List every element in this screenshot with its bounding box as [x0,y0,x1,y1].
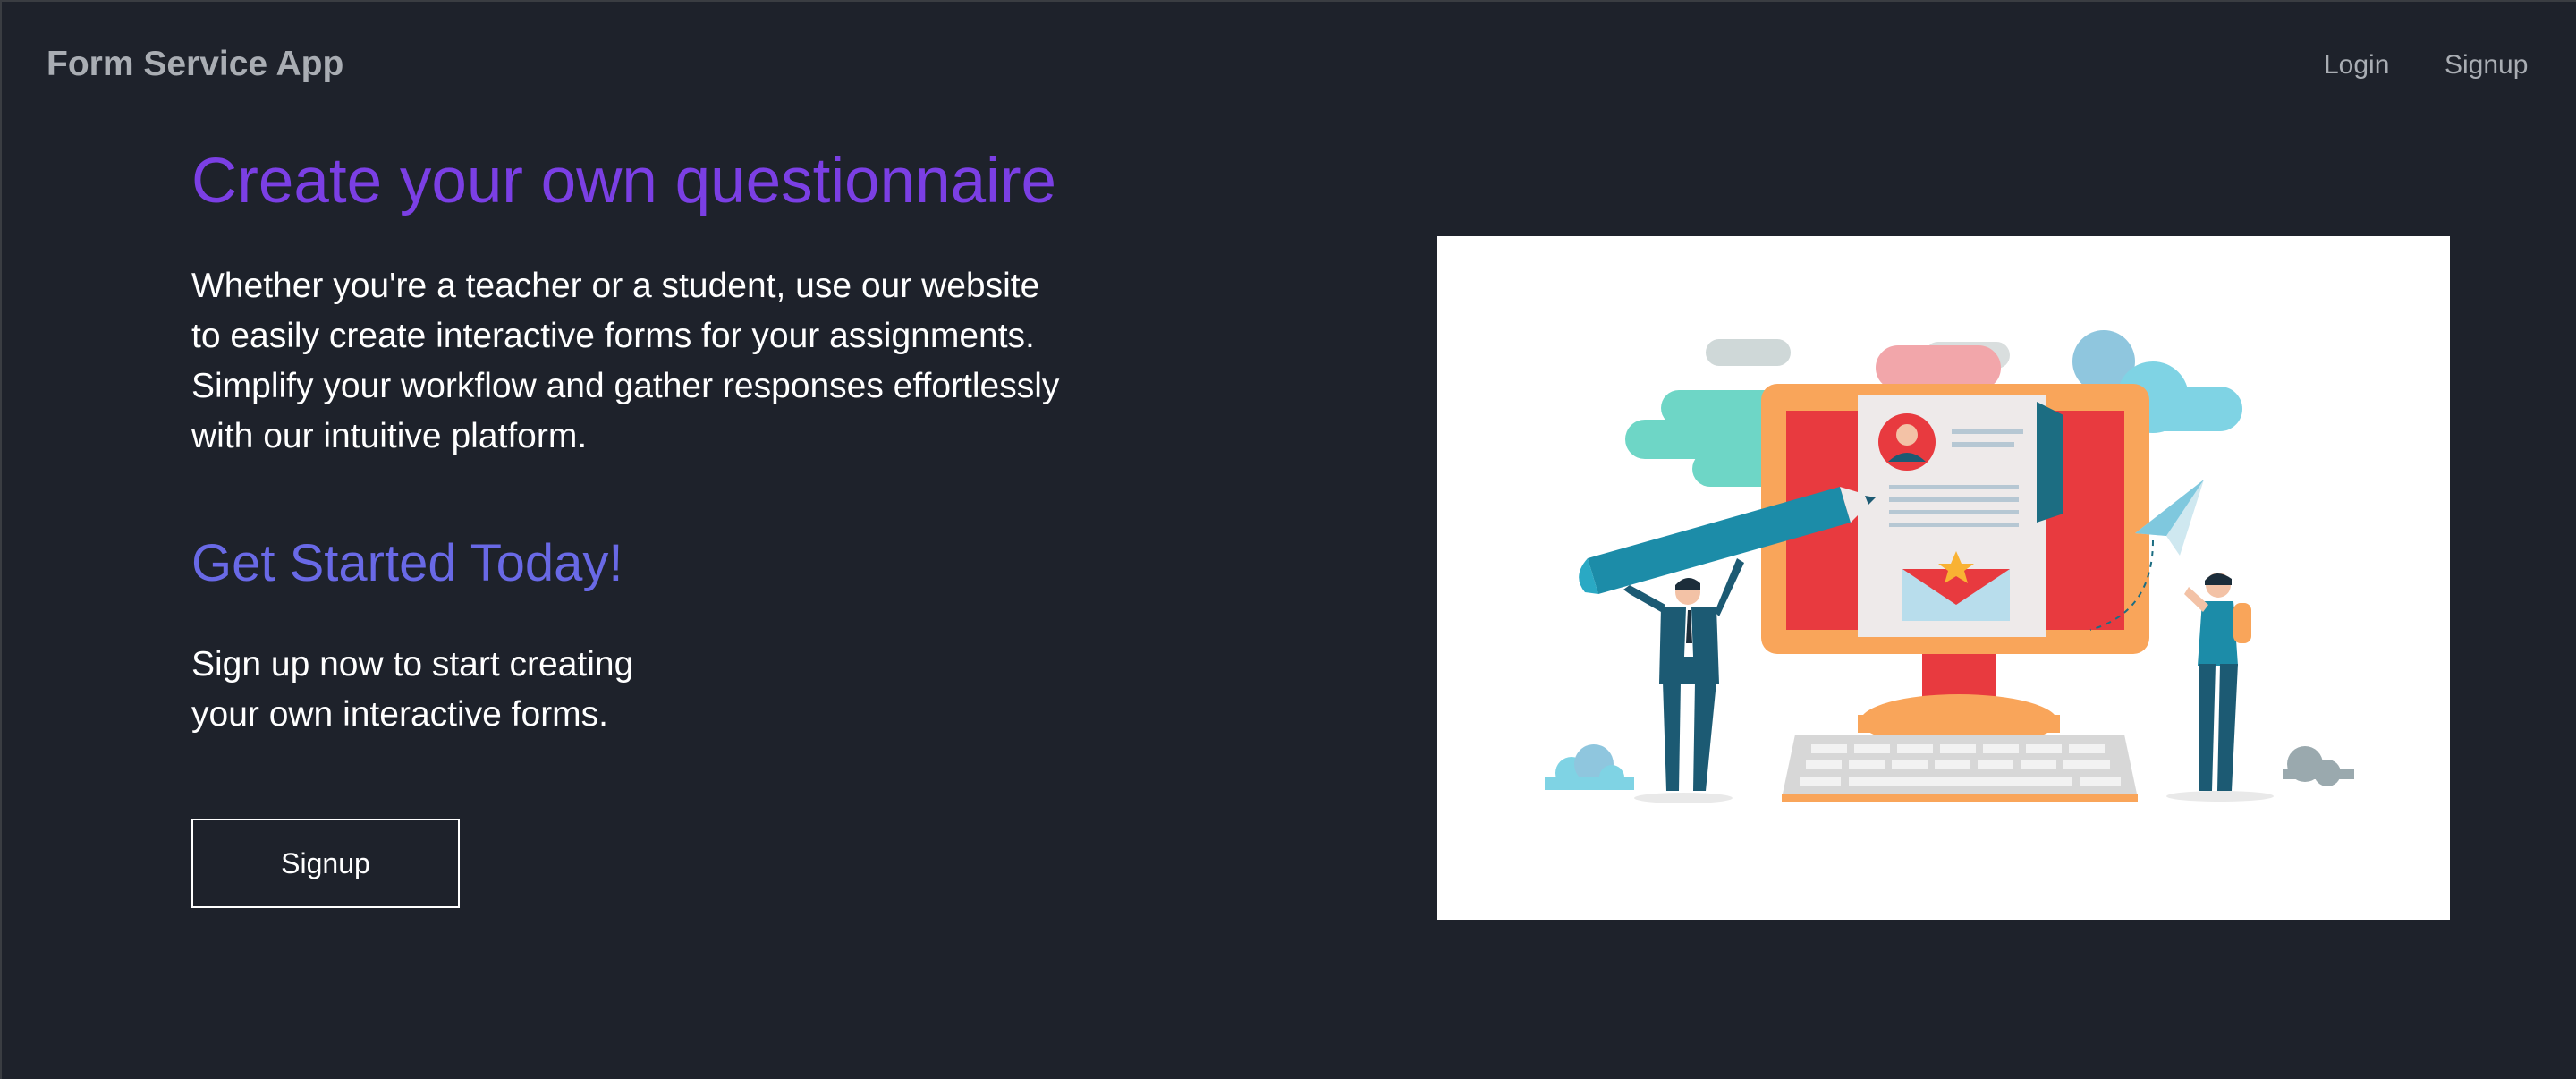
hero-description-line: Whether you're a teacher or a student, u… [191,267,1040,305]
student-icon [2166,573,2274,802]
signup-button[interactable]: Signup [191,819,460,908]
questionnaire-illustration [1437,236,2450,920]
document-icon [1858,395,2063,637]
get-started-line: your own interactive forms. [191,695,609,734]
keyboard-icon [1782,735,2138,802]
get-started-description: Sign up now to start creating your own i… [191,640,633,740]
nav-signup-link[interactable]: Signup [2445,50,2528,81]
nav-login-link[interactable]: Login [2324,50,2389,81]
hero-title: Create your own questionnaire [191,146,1056,217]
get-started-title: Get Started Today! [191,534,623,592]
hero-description-line: with our intuitive platform. [191,417,588,455]
page: Form Service App Login Signup Create you… [0,0,2576,1079]
man-in-suit-icon [1623,558,1744,803]
brand-logo[interactable]: Form Service App [47,45,343,84]
hero-description: Whether you're a teacher or a student, u… [191,261,1086,462]
hero-description-line: to easily create interactive forms for y… [191,317,1035,355]
hero-description-line: Simplify your workflow and gather respon… [191,367,1060,405]
get-started-line: Sign up now to start creating [191,645,634,684]
